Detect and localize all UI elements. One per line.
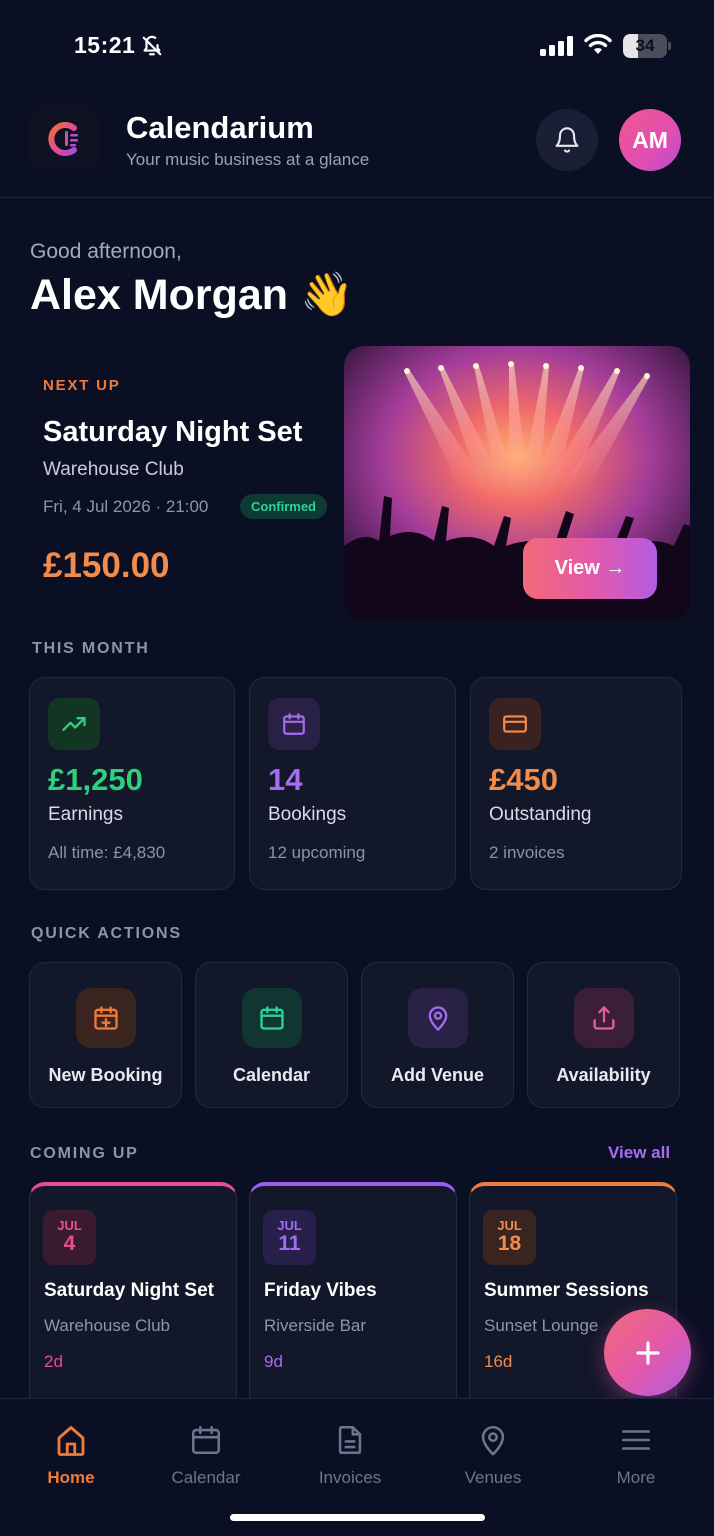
- event-title: Summer Sessions: [484, 1280, 649, 1301]
- share-upload-icon: [574, 988, 634, 1048]
- trending-up-icon: [48, 698, 100, 750]
- event-day: 18: [497, 1232, 522, 1255]
- home-indicator[interactable]: [230, 1514, 485, 1521]
- earnings-label: Earnings: [48, 804, 123, 825]
- nav-invoices-label: Invoices: [318, 1468, 382, 1487]
- calendar-plus-icon: [76, 988, 136, 1048]
- add-venue-button[interactable]: Add Venue: [361, 962, 514, 1108]
- signal-icon: [540, 36, 573, 56]
- this-month-label: THIS MONTH: [32, 640, 150, 657]
- add-venue-label: Add Venue: [390, 1065, 484, 1085]
- next-booking-amount: £150.00: [43, 546, 170, 585]
- outstanding-label: Outstanding: [489, 804, 592, 825]
- battery-percent: 34: [635, 36, 655, 55]
- event-countdown: 16d: [484, 1352, 513, 1371]
- event-card[interactable]: JUL 4 Saturday Night Set Warehouse Club …: [29, 1182, 237, 1422]
- outstanding-card[interactable]: £450 Outstanding 2 invoices: [470, 677, 682, 890]
- event-day: 4: [63, 1232, 76, 1255]
- next-booking-title[interactable]: Saturday Night Set: [43, 416, 302, 449]
- calendar-icon: [191, 1425, 221, 1455]
- earnings-subtext: All time: £4,830: [48, 843, 166, 862]
- map-pin-icon: [481, 1425, 505, 1456]
- outstanding-subtext: 2 invoices: [489, 843, 565, 862]
- bell-off-icon: [142, 35, 162, 56]
- quick-actions-label: QUICK ACTIONS: [31, 925, 182, 942]
- event-month: JUL: [57, 1218, 82, 1233]
- bell-icon: [555, 127, 579, 153]
- event-countdown: 9d: [264, 1352, 283, 1371]
- coming-up-label: COMING UP: [30, 1145, 139, 1162]
- outstanding-value: £450: [489, 762, 558, 797]
- earnings-card[interactable]: £1,250 Earnings All time: £4,830: [29, 677, 235, 890]
- user-name: Alex Morgan 👋: [30, 271, 354, 319]
- menu-icon: [621, 1430, 651, 1450]
- event-venue: Warehouse Club: [44, 1316, 170, 1335]
- home-icon: [57, 1426, 85, 1456]
- add-button[interactable]: [604, 1309, 691, 1396]
- next-up-label: NEXT UP: [43, 377, 121, 394]
- greeting-text: Good afternoon,: [30, 240, 182, 263]
- battery-indicator: 34: [623, 34, 671, 58]
- next-booking-datetime: Fri, 4 Jul 2026 · 21:00: [43, 497, 209, 516]
- document-icon: [338, 1425, 362, 1455]
- event-title: Saturday Night Set: [44, 1280, 214, 1301]
- availability-button[interactable]: Availability: [527, 962, 680, 1108]
- event-countdown: 2d: [44, 1352, 63, 1371]
- calendar-action-button[interactable]: Calendar: [195, 962, 348, 1108]
- availability-label: Availability: [556, 1065, 651, 1085]
- user-avatar[interactable]: AM: [619, 109, 681, 171]
- event-date-badge: JUL 18: [483, 1210, 536, 1265]
- nav-calendar-label: Calendar: [171, 1468, 241, 1487]
- event-venue: Sunset Lounge: [484, 1316, 599, 1335]
- nav-invoices[interactable]: Invoices: [279, 1399, 421, 1499]
- bottom-navigation: Home Calendar Invoices Venues More: [0, 1398, 714, 1536]
- app-title: Calendarium: [126, 110, 314, 145]
- nav-venues-label: Venues: [464, 1468, 522, 1487]
- status-bar: 15:21 34: [0, 0, 714, 96]
- nav-home[interactable]: Home: [0, 1399, 142, 1499]
- view-all-link[interactable]: View all: [608, 1143, 670, 1163]
- calendar-icon: [268, 698, 320, 750]
- notifications-button[interactable]: [536, 109, 598, 171]
- calendar-icon: [242, 988, 302, 1048]
- status-time: 15:21: [74, 32, 136, 58]
- plus-icon: [635, 1340, 660, 1365]
- nav-more[interactable]: More: [565, 1399, 707, 1499]
- new-booking-button[interactable]: New Booking: [29, 962, 182, 1108]
- status-badge: Confirmed: [240, 494, 327, 519]
- calendar-action-label: Calendar: [232, 1065, 311, 1085]
- nav-more-label: More: [616, 1468, 656, 1487]
- event-month: JUL: [497, 1218, 522, 1233]
- event-month: JUL: [277, 1218, 302, 1233]
- event-date-badge: JUL 11: [263, 1210, 316, 1265]
- bookings-card[interactable]: 14 Bookings 12 upcoming: [249, 677, 456, 890]
- bookings-label: Bookings: [268, 804, 347, 825]
- app-logo: [29, 104, 99, 174]
- next-booking-venue: Warehouse Club: [43, 459, 184, 480]
- bookings-value: 14: [268, 762, 303, 797]
- app-header: Calendarium Your music business at a gla…: [0, 96, 714, 198]
- event-card[interactable]: JUL 11 Friday Vibes Riverside Bar 9d: [249, 1182, 457, 1422]
- nav-venues[interactable]: Venues: [422, 1399, 564, 1499]
- event-venue: Riverside Bar: [264, 1316, 367, 1335]
- view-booking-button[interactable]: View →: [523, 538, 657, 599]
- nav-home-label: Home: [47, 1468, 95, 1487]
- app-subtitle: Your music business at a glance: [126, 150, 370, 169]
- new-booking-label: New Booking: [48, 1065, 163, 1085]
- credit-card-icon: [489, 698, 541, 750]
- bookings-subtext: 12 upcoming: [268, 843, 366, 862]
- event-day: 11: [278, 1232, 301, 1255]
- nav-calendar[interactable]: Calendar: [135, 1399, 277, 1499]
- event-title: Friday Vibes: [264, 1280, 377, 1301]
- earnings-value: £1,250: [48, 762, 143, 797]
- event-date-badge: JUL 4: [43, 1210, 96, 1265]
- wifi-icon: [584, 34, 612, 54]
- map-pin-icon: [408, 988, 468, 1048]
